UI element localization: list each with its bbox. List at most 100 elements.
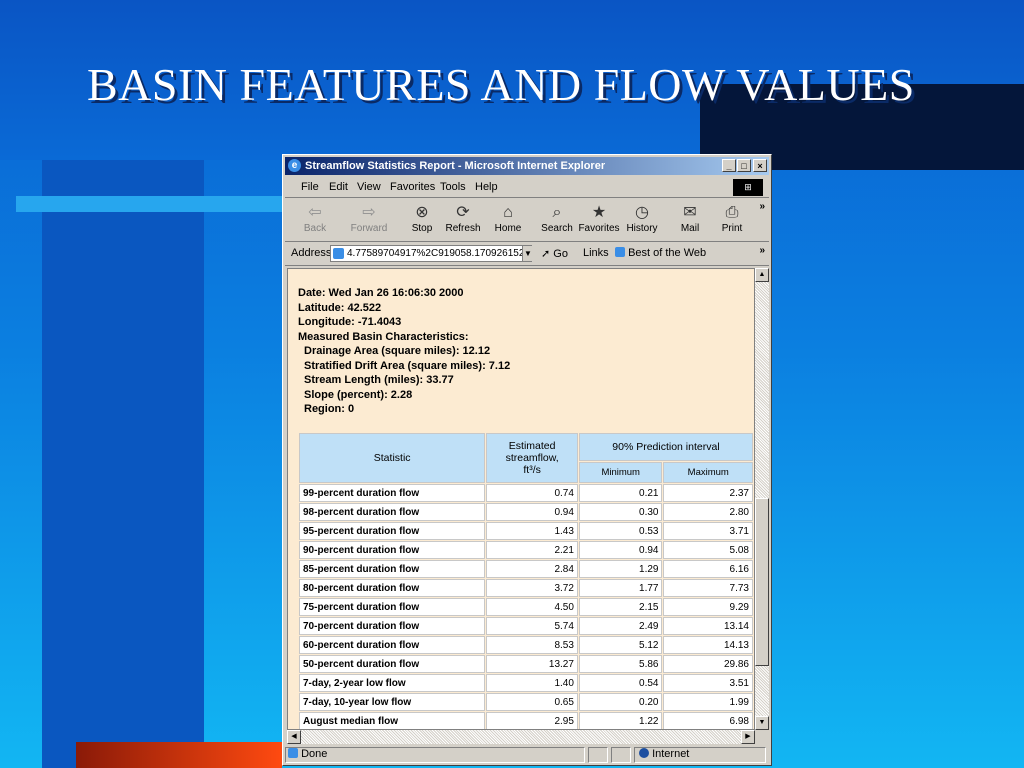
history-button[interactable]: ◷ History (620, 203, 664, 234)
page-content: Date: Wed Jan 26 16:06:30 2000 Latitude:… (287, 268, 755, 730)
back-button[interactable]: ⇦ Back (293, 203, 337, 234)
table-row: 80-percent duration flow 3.72 1.77 7.73 (299, 579, 753, 597)
row-estimated: 5.74 (486, 617, 578, 635)
header-units: ft³/s (523, 464, 541, 476)
row-statistic: 85-percent duration flow (299, 560, 486, 578)
table-row: 60-percent duration flow 8.53 5.12 14.13 (299, 636, 753, 654)
row-minimum: 2.15 (578, 598, 663, 616)
row-maximum: 2.37 (663, 484, 753, 502)
address-bar: Address 4.77589704917%2C919058.170926152… (285, 243, 769, 266)
row-statistic: 75-percent duration flow (299, 598, 486, 616)
measured-heading: Measured Basin Characteristics: (298, 330, 469, 343)
row-estimated: 2.21 (486, 541, 578, 559)
address-dropdown-icon[interactable]: ▼ (522, 246, 533, 261)
scroll-down-icon[interactable]: ▼ (755, 716, 769, 730)
stratified-drift-area: Stratified Drift Area (square miles): 7.… (304, 359, 511, 372)
header-maximum: Maximum (663, 462, 753, 483)
row-estimated: 0.94 (486, 503, 578, 521)
maximize-button[interactable]: □ (737, 159, 751, 172)
row-minimum: 0.53 (578, 522, 663, 540)
mail-label: Mail (680, 223, 700, 234)
row-statistic: 99-percent duration flow (299, 484, 486, 502)
favorites-label: Favorites (578, 223, 620, 234)
row-statistic: 70-percent duration flow (299, 617, 486, 635)
menu-edit[interactable]: Edit (329, 181, 348, 193)
print-button[interactable]: ⎙ Print (710, 203, 754, 234)
row-minimum: 0.20 (578, 693, 663, 711)
menu-tools[interactable]: Tools (440, 181, 466, 193)
mail-icon: ✉ (683, 204, 697, 221)
search-button[interactable]: ⌕ Search (535, 203, 579, 234)
links-item[interactable]: Best of the Web (615, 247, 706, 259)
link-page-icon (615, 247, 625, 257)
scroll-up-icon[interactable]: ▲ (755, 268, 769, 282)
go-arrow-icon: ➚ (541, 248, 551, 260)
table-row: 7-day, 10-year low flow 0.65 0.20 1.99 (299, 693, 753, 711)
table-row: 95-percent duration flow 1.43 0.53 3.71 (299, 522, 753, 540)
back-label: Back (303, 223, 327, 234)
status-pane-3 (611, 747, 631, 763)
mail-button[interactable]: ✉ Mail (668, 203, 712, 234)
scroll-left-icon[interactable]: ◀ (287, 730, 301, 744)
header-estimated-label: Estimated streamflow, (505, 440, 559, 464)
toolbar-overflow-icon[interactable]: » (759, 201, 765, 212)
row-estimated: 2.84 (486, 560, 578, 578)
refresh-button[interactable]: ⟳ Refresh (441, 203, 485, 234)
home-icon: ⌂ (503, 204, 513, 221)
close-button[interactable]: × (753, 159, 767, 172)
header-interval: 90% Prediction interval (578, 433, 753, 461)
row-statistic: 90-percent duration flow (299, 541, 486, 559)
row-minimum: 0.30 (578, 503, 663, 521)
minimize-button[interactable]: _ (722, 159, 736, 172)
links-overflow-icon[interactable]: » (759, 245, 765, 256)
row-minimum: 5.12 (578, 636, 663, 654)
scroll-thumb[interactable] (755, 498, 769, 666)
region: Region: 0 (304, 403, 355, 415)
horizontal-scrollbar[interactable]: ◀ ▶ (287, 730, 755, 744)
forward-button[interactable]: ⇨ Forward (347, 203, 391, 234)
row-maximum: 1.99 (663, 693, 753, 711)
row-estimated: 2.95 (486, 712, 578, 729)
menu-file[interactable]: File (301, 181, 319, 193)
slide-title: BASIN FEATURES AND FLOW VALUES (87, 59, 915, 110)
row-maximum: 14.13 (663, 636, 753, 654)
stop-icon: ⊗ (415, 204, 429, 221)
page-icon (333, 248, 344, 259)
row-statistic: 80-percent duration flow (299, 579, 486, 597)
bg-left-column (42, 160, 204, 768)
refresh-icon: ⟳ (456, 204, 470, 221)
vertical-scrollbar[interactable]: ▲ ▼ (755, 268, 769, 730)
streamflow-table: Statistic Estimated streamflow, ft³/s 90%… (298, 432, 754, 729)
table-row: 50-percent duration flow 13.27 5.86 29.86 (299, 655, 753, 673)
table-row: August median flow 2.95 1.22 6.98 (299, 712, 753, 729)
links-label[interactable]: Links (583, 247, 609, 259)
row-estimated: 1.43 (486, 522, 578, 540)
menu-favorites[interactable]: Favorites (390, 181, 435, 193)
address-input[interactable]: 4.77589704917%2C919058.1709261523 (330, 245, 532, 262)
go-button[interactable]: ➚ Go (541, 247, 568, 260)
forward-arrow-icon: ⇨ (362, 204, 376, 221)
favorites-button[interactable]: ★ Favorites (577, 203, 621, 234)
window-titlebar[interactable]: e Streamflow Statistics Report - Microso… (285, 157, 769, 175)
status-zone-pane: Internet (634, 747, 766, 763)
home-button[interactable]: ⌂ Home (486, 203, 530, 234)
slope: Slope (percent): 2.28 (304, 388, 413, 401)
menu-bar: File Edit View Favorites Tools Help ⊞ (285, 177, 769, 198)
row-estimated: 13.27 (486, 655, 578, 673)
stream-length: Stream Length (miles): 33.77 (304, 374, 454, 386)
row-maximum: 7.73 (663, 579, 753, 597)
print-label: Print (721, 223, 743, 234)
row-maximum: 13.14 (663, 617, 753, 635)
status-zone: Internet (652, 748, 690, 760)
report-latitude: Latitude: 42.522 (298, 301, 382, 314)
header-statistic: Statistic (299, 433, 486, 483)
header-estimated: Estimated streamflow, ft³/s (486, 433, 578, 483)
menu-help[interactable]: Help (475, 181, 498, 193)
ie-icon: e (288, 159, 301, 172)
stop-label: Stop (411, 223, 433, 234)
scroll-right-icon[interactable]: ▶ (741, 730, 755, 744)
search-label: Search (541, 223, 573, 234)
stop-button[interactable]: ⊗ Stop (400, 203, 444, 234)
status-pane-2 (588, 747, 608, 763)
menu-view[interactable]: View (357, 181, 381, 193)
